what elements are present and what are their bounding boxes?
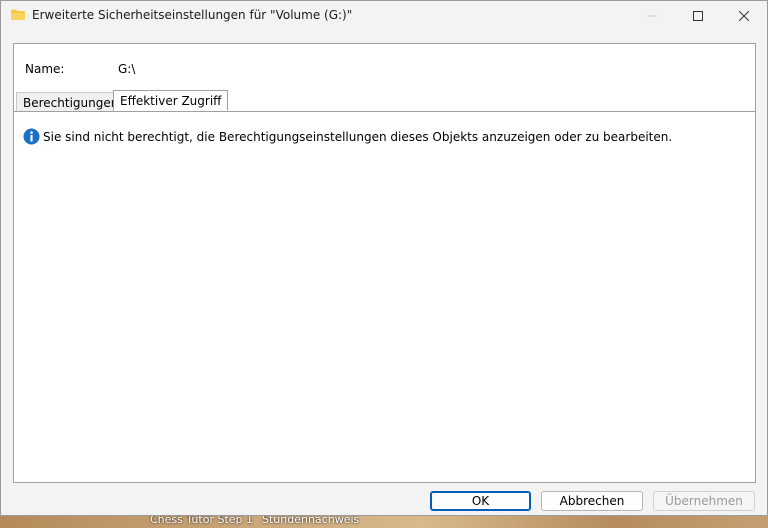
name-label: Name: [25, 62, 65, 76]
permission-message-row: Sie sind nicht berechtigt, die Berechtig… [23, 128, 672, 145]
permission-message: Sie sind nicht berechtigt, die Berechtig… [43, 129, 673, 144]
apply-button[interactable]: Übernehmen [653, 491, 755, 511]
close-button[interactable] [721, 1, 767, 31]
name-value: G:\ [118, 62, 136, 76]
folder-icon [11, 9, 25, 20]
window-title: Erweiterte Sicherheitseinstellungen für … [32, 8, 353, 22]
tab-divider [14, 111, 755, 112]
title-bar[interactable]: Erweiterte Sicherheitseinstellungen für … [1, 1, 767, 31]
cancel-button[interactable]: Abbrechen [541, 491, 643, 511]
tab-effektiver-zugriff[interactable]: Effektiver Zugriff [113, 90, 229, 111]
tab-berechtigungen[interactable]: Berechtigungen [16, 92, 126, 111]
ok-button[interactable]: OK [430, 491, 531, 511]
close-icon [739, 11, 749, 21]
minimize-button[interactable] [629, 1, 675, 31]
maximize-icon [693, 11, 703, 21]
content-panel: Name: G:\ Berechtigungen Effektiver Zugr… [13, 43, 756, 483]
info-icon [23, 128, 40, 145]
minimize-icon [647, 15, 657, 17]
security-settings-dialog: Erweiterte Sicherheitseinstellungen für … [0, 0, 768, 516]
maximize-button[interactable] [675, 1, 721, 31]
